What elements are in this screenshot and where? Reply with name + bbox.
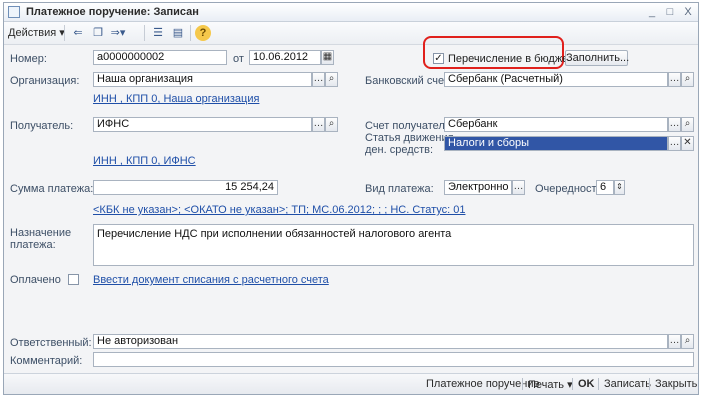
priority-label: Очередность: [535, 183, 606, 195]
toolbar-divider [190, 25, 191, 41]
search-icon[interactable]: ⌕ [681, 72, 694, 87]
copy-icon[interactable]: ❐ [90, 25, 106, 41]
bottom-bar: Платежное поручение Печать ▾ OK Записать… [4, 373, 698, 394]
cashflow-label-line2: ден. средств: [365, 144, 434, 156]
priority-field[interactable]: 6 [596, 180, 614, 195]
cashflow-field[interactable]: Налоги и сборы [444, 136, 668, 151]
print-button[interactable]: Печать ▾ [528, 378, 573, 391]
document-window: Платежное поручение: Записан _ □ X Дейст… [3, 2, 699, 395]
payment-type-field[interactable]: Электронно [444, 180, 512, 195]
budget-details-link[interactable]: <КБК не указан>; <ОКАТО не указан>; ТП; … [93, 204, 465, 216]
close-button[interactable]: Закрыть [655, 378, 697, 390]
help-icon[interactable]: ? [195, 25, 211, 41]
calendar-icon[interactable]: ▦ [321, 50, 334, 65]
bottom-divider [649, 378, 650, 390]
toolbar-divider [64, 25, 65, 41]
recipient-select-button[interactable]: … [312, 117, 325, 132]
structure-icon[interactable]: ▤ [170, 25, 186, 41]
paid-checkbox[interactable] [68, 274, 79, 285]
date-field[interactable]: 10.06.2012 [249, 50, 321, 65]
bank-account-field[interactable]: Сбербанк (Расчетный) [444, 72, 668, 87]
actions-menu[interactable]: Действия ▾ [8, 26, 65, 39]
spin-icon[interactable]: ⇕ [614, 180, 625, 195]
fill-button[interactable]: Заполнить... [565, 50, 629, 66]
number-label: Номер: [10, 53, 47, 65]
org-label: Организация: [10, 75, 80, 87]
recipient-field[interactable]: ИФНС [93, 117, 312, 132]
responsible-label: Ответственный: [10, 337, 92, 349]
toolbar: Действия ▾ ⇐ ❐ ⇒▾ ☰ ▤ ? [4, 22, 698, 45]
org-select-button[interactable]: … [312, 72, 325, 87]
title-bar: Платежное поручение: Записан _ □ X [4, 3, 698, 22]
minimize-button[interactable]: _ [644, 4, 660, 20]
writeoff-link[interactable]: Ввести документ списания с расчетного сч… [93, 274, 329, 286]
org-info-link[interactable]: ИНН , КПП 0, Наша организация [93, 93, 259, 105]
clear-icon[interactable]: ✕ [681, 136, 694, 151]
date-prefix-label: от [233, 53, 244, 65]
budget-checkbox[interactable]: ✓ [433, 53, 444, 64]
save-button[interactable]: Записать [604, 378, 651, 390]
recipient-account-label: Счет получателя: [365, 120, 454, 132]
close-window-button[interactable]: X [680, 4, 696, 20]
purpose-label-line1: Назначение [10, 227, 72, 239]
number-field[interactable]: а0000000002 [93, 50, 227, 65]
purpose-textarea[interactable]: Перечисление НДС при исполнении обязанно… [93, 224, 694, 266]
payment-type-select-button[interactable]: … [512, 180, 525, 195]
budget-checkbox-label: Перечисление в бюджет [448, 53, 573, 65]
back-icon[interactable]: ⇐ [70, 25, 86, 41]
bottom-divider [598, 378, 599, 390]
search-icon[interactable]: ⌕ [325, 117, 338, 132]
document-icon [8, 6, 20, 18]
cashflow-select-button[interactable]: … [668, 136, 681, 151]
cashflow-label-line1: Статья движения [365, 132, 454, 144]
responsible-field[interactable]: Не авторизован [93, 334, 668, 349]
payment-type-label: Вид платежа: [365, 183, 434, 195]
recipient-account-select-button[interactable]: … [668, 117, 681, 132]
recipient-label: Получатель: [10, 120, 74, 132]
bank-account-select-button[interactable]: … [668, 72, 681, 87]
actions-label: Действия [8, 27, 57, 39]
amount-field[interactable]: 15 254,24 [93, 180, 278, 195]
search-icon[interactable]: ⌕ [681, 334, 694, 349]
comment-label: Комментарий: [10, 355, 83, 367]
print-label: Печать [528, 379, 565, 391]
toolbar-divider [144, 25, 145, 41]
list-icon[interactable]: ☰ [150, 25, 166, 41]
recipient-info-link[interactable]: ИНН , КПП 0, ИФНС [93, 155, 196, 167]
bank-account-label: Банковский счет: [365, 75, 452, 87]
responsible-select-button[interactable]: … [668, 334, 681, 349]
bottom-divider [572, 378, 573, 390]
ok-button[interactable]: OK [578, 378, 595, 390]
amount-label: Сумма платежа: [10, 183, 94, 195]
window-title: Платежное поручение: Записан [26, 6, 199, 18]
purpose-label-line2: платежа: [10, 239, 56, 251]
recipient-account-field[interactable]: Сбербанк [444, 117, 668, 132]
forward-icon[interactable]: ⇒▾ [110, 25, 126, 41]
search-icon[interactable]: ⌕ [325, 72, 338, 87]
maximize-button[interactable]: □ [662, 4, 678, 20]
bottom-divider [522, 378, 523, 390]
search-icon[interactable]: ⌕ [681, 117, 694, 132]
paid-label: Оплачено [10, 274, 61, 286]
org-field[interactable]: Наша организация [93, 72, 312, 87]
comment-field[interactable] [93, 352, 694, 367]
